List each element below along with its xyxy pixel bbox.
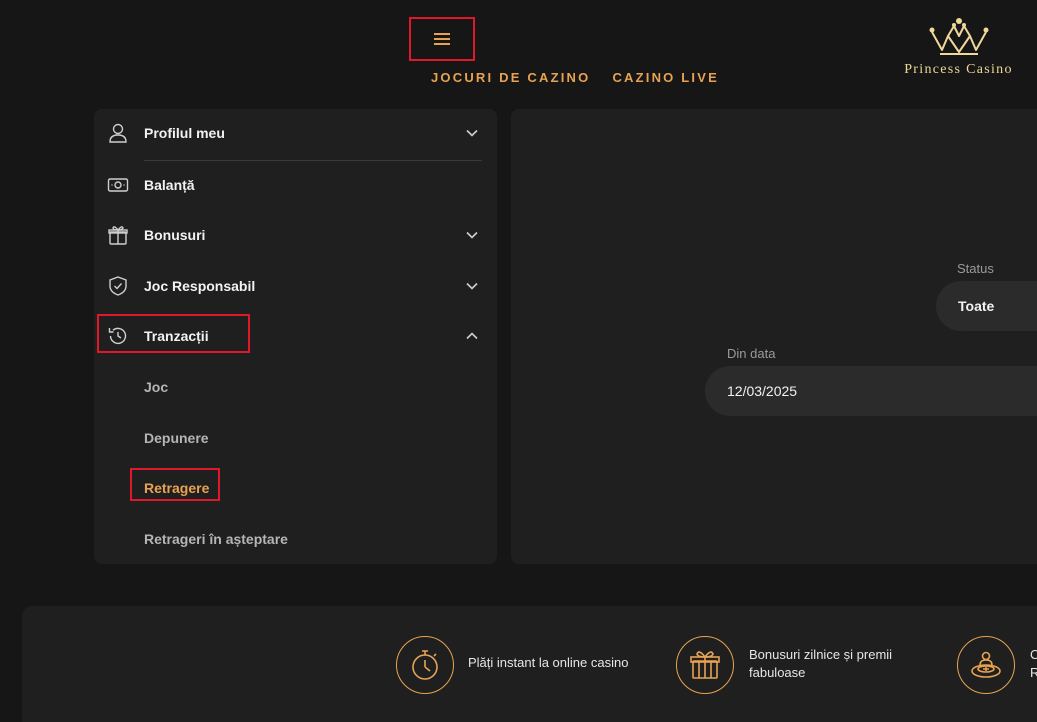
submenu-item-withdrawal[interactable]: Retragere	[144, 480, 209, 496]
from-date-label: Din data	[727, 346, 776, 361]
sidebar-item-label: Joc Responsabil	[144, 278, 256, 294]
status-value: Toate	[958, 298, 995, 314]
hamburger-icon	[434, 33, 450, 45]
sidebar-item-label: Tranzacții	[144, 328, 209, 344]
gift-icon	[676, 636, 734, 694]
chevron-down-icon	[466, 129, 478, 137]
feature-text: Bonusuri zilnice și premii fabuloase	[749, 647, 893, 680]
sidebar-item-profile[interactable]: Profilul meu	[94, 113, 497, 153]
account-sidebar: Profilul meu Balanță Bonusuri Joc Respon…	[94, 109, 497, 564]
chevron-down-icon	[466, 282, 478, 290]
logo-text: Princess Casino	[904, 62, 1013, 77]
sidebar-item-responsible-gaming[interactable]: Joc Responsabil	[94, 266, 497, 306]
dealer-icon	[957, 636, 1015, 694]
sidebar-item-balance[interactable]: Balanță	[94, 165, 497, 205]
top-navigation: JOCURI DE CAZINO CAZINO LIVE	[431, 70, 719, 85]
status-select[interactable]: Toate	[936, 281, 1037, 331]
features-footer: Plăți instant la online casino Bonusuri …	[22, 606, 1037, 722]
sidebar-item-label: Bonusuri	[144, 227, 206, 243]
history-icon	[107, 325, 129, 347]
user-icon	[107, 122, 129, 144]
page: JOCURI DE CAZINO CAZINO LIVE Princess Ca…	[0, 0, 1037, 722]
feature-text: Plăți instant la online casino	[468, 655, 629, 670]
crown-icon	[929, 18, 988, 55]
logo[interactable]: Princess Casino	[880, 16, 1037, 86]
stopwatch-icon	[396, 636, 454, 694]
chevron-up-icon	[466, 332, 478, 340]
status-label: Status	[957, 261, 994, 276]
submenu-item-deposit[interactable]: Depunere	[144, 430, 209, 446]
chevron-down-icon	[466, 231, 478, 239]
transactions-panel: Status Toate Din data 12/03/2025	[511, 109, 1037, 564]
hamburger-menu-button[interactable]	[409, 17, 475, 61]
submenu-item-game[interactable]: Joc	[144, 379, 168, 395]
sidebar-item-bonuses[interactable]: Bonusuri	[94, 215, 497, 255]
nav-live-casino[interactable]: CAZINO LIVE	[612, 70, 719, 85]
feature-text: C R	[1030, 647, 1037, 680]
sidebar-item-transactions[interactable]: Tranzacții	[94, 316, 497, 356]
from-date-input[interactable]: 12/03/2025	[705, 366, 1037, 416]
divider	[144, 160, 482, 161]
sidebar-item-label: Profilul meu	[144, 125, 225, 141]
shield-icon	[107, 275, 129, 297]
submenu-item-pending-withdrawals[interactable]: Retrageri în așteptare	[144, 531, 288, 547]
from-date-value: 12/03/2025	[727, 383, 798, 399]
money-icon	[107, 174, 129, 196]
gift-icon	[107, 224, 129, 246]
sidebar-item-label: Balanță	[144, 177, 195, 193]
nav-casino-games[interactable]: JOCURI DE CAZINO	[431, 70, 590, 85]
